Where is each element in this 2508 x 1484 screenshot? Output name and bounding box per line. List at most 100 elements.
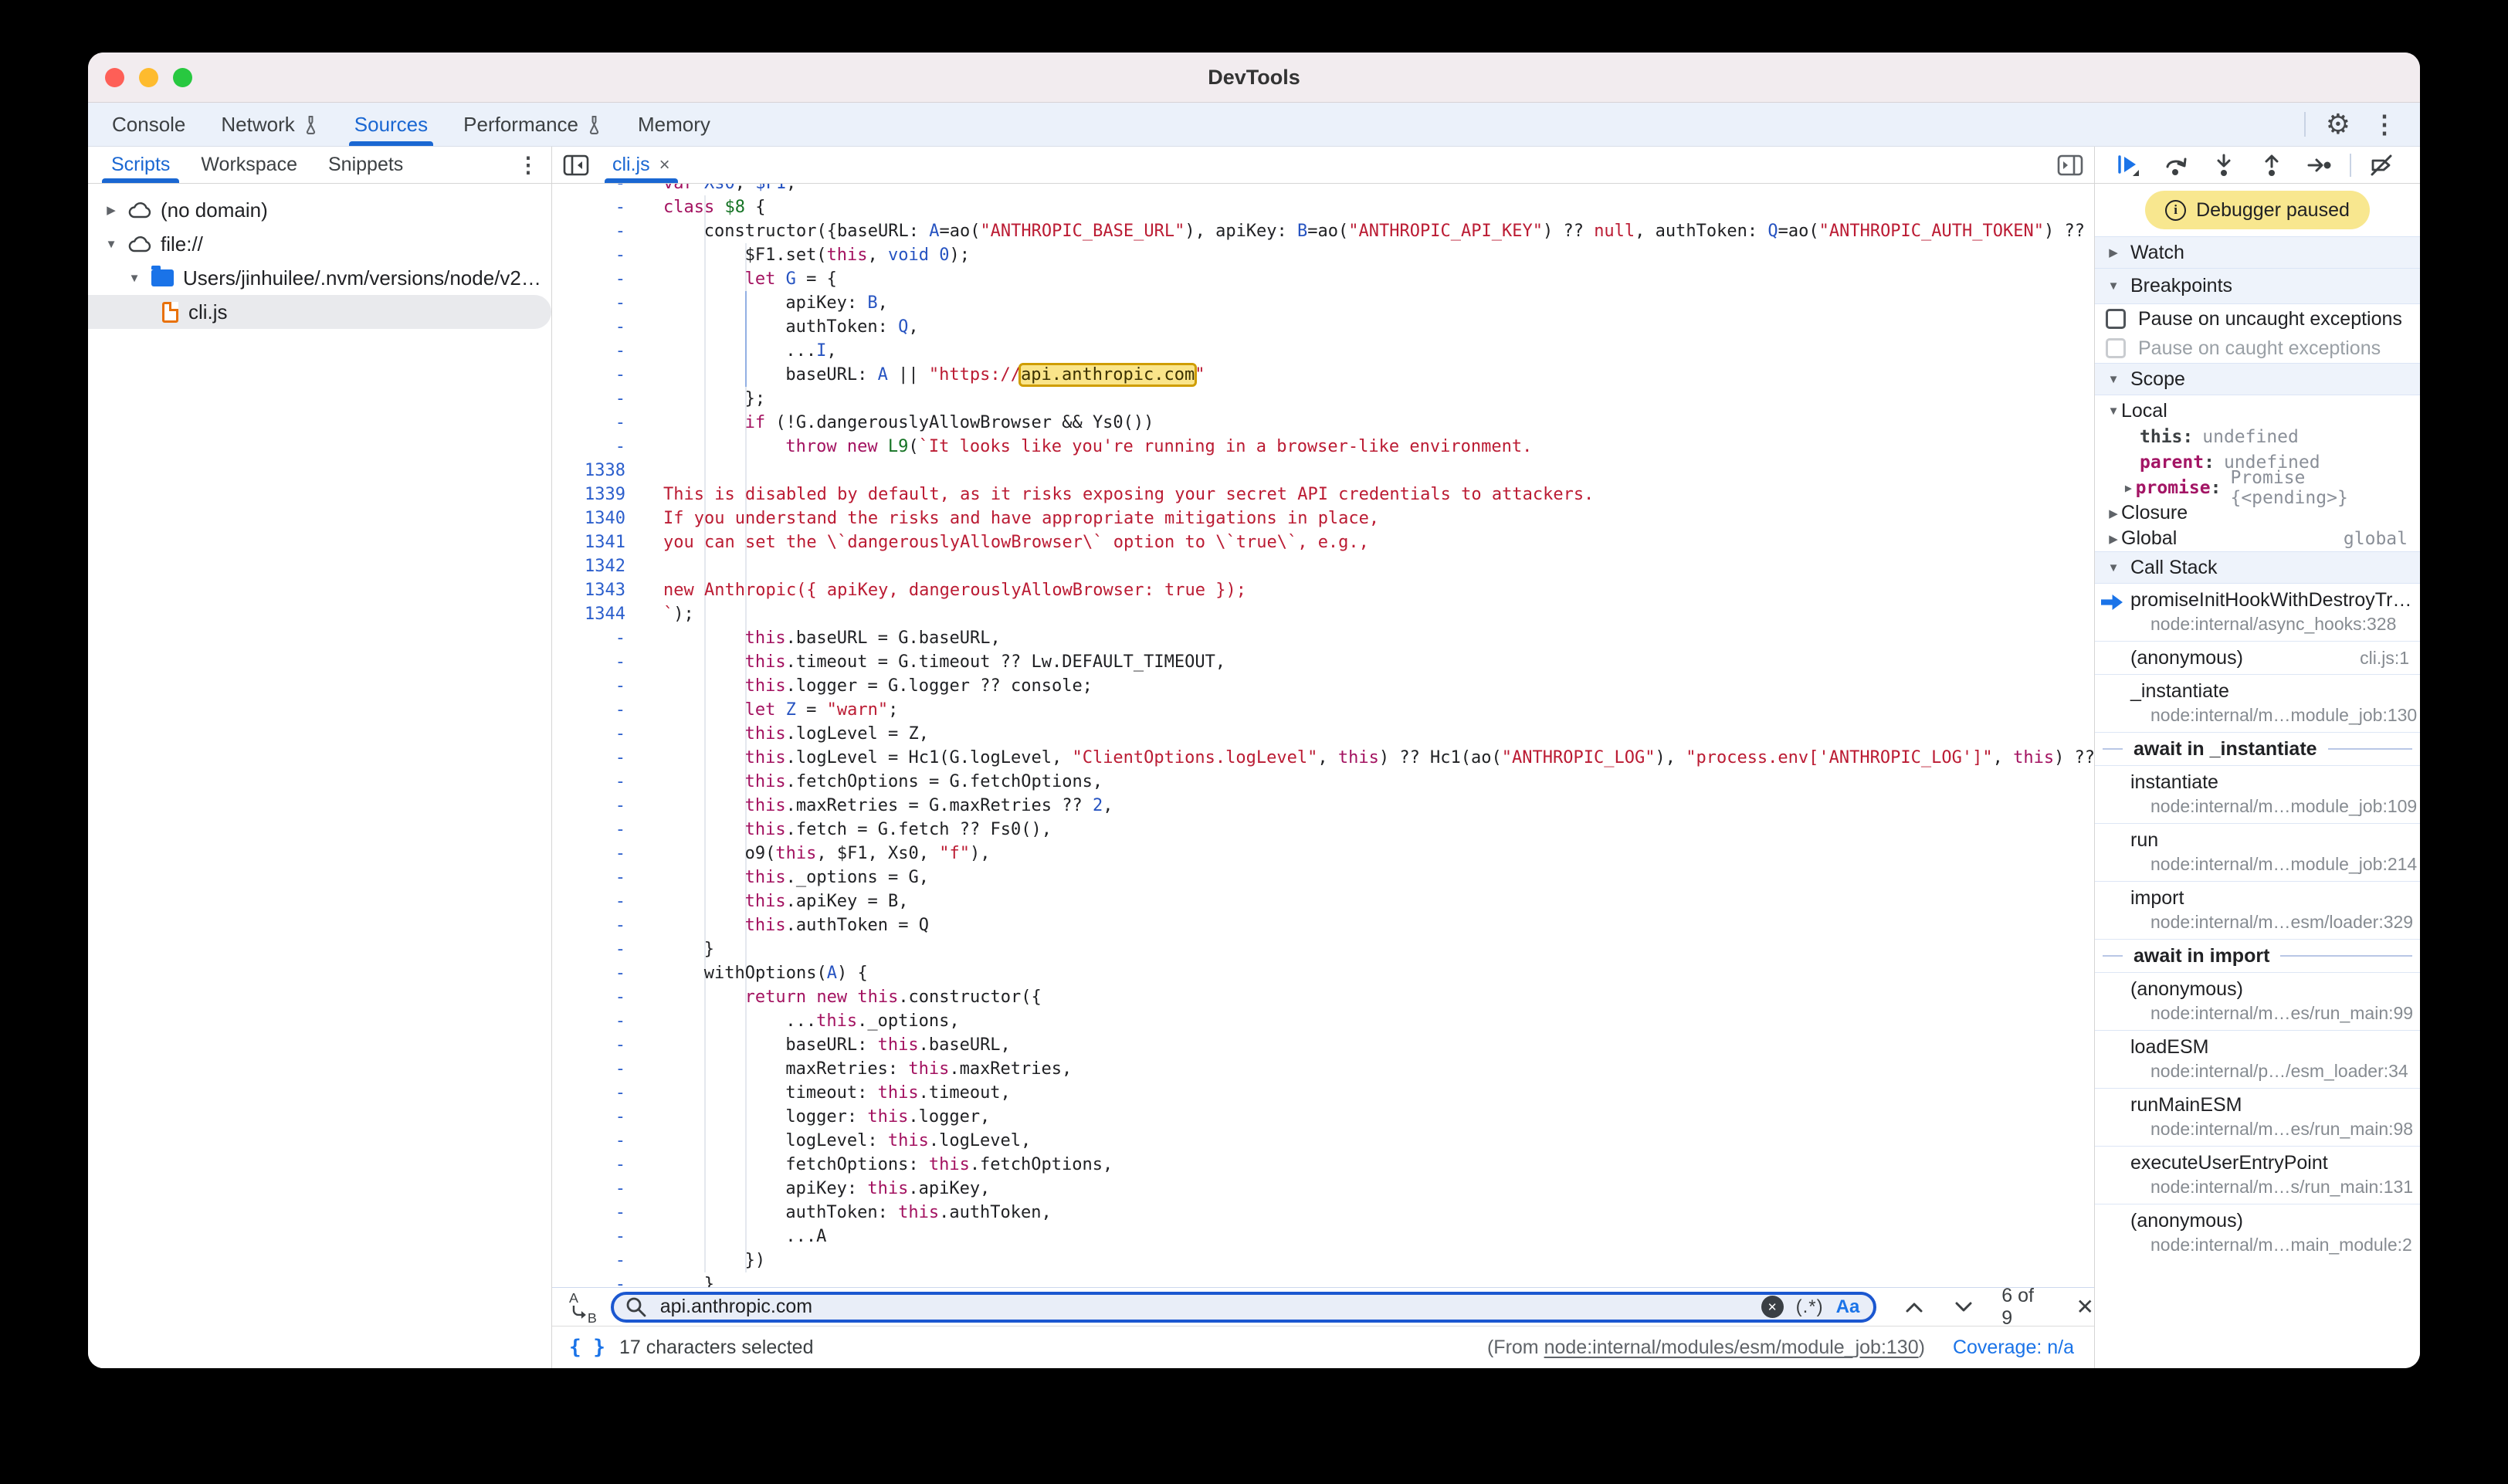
code-line[interactable]: -return new this.constructor({ — [552, 985, 2094, 1009]
line-gutter[interactable]: - — [552, 315, 659, 339]
pretty-print-icon[interactable]: { } — [569, 1336, 605, 1359]
line-gutter[interactable]: - — [552, 937, 659, 961]
source-origin-link[interactable]: node:internal/modules/esm/module_job:130 — [1544, 1337, 1919, 1358]
search-input[interactable] — [659, 1295, 1761, 1319]
code-line[interactable]: -...A — [552, 1225, 2094, 1249]
chevron-right-icon[interactable]: ▶ — [103, 203, 119, 217]
navigator-more-kebab-icon[interactable]: ⋮ — [517, 152, 539, 178]
tab-memory[interactable]: Memory — [620, 103, 728, 146]
line-gutter[interactable]: 1338 — [552, 459, 659, 483]
file-tab-clijs[interactable]: cli.js × — [600, 147, 683, 183]
line-gutter[interactable]: 1340 — [552, 507, 659, 530]
code-line[interactable]: -var Xs0, $F1; — [552, 184, 2094, 195]
line-gutter[interactable]: - — [552, 387, 659, 411]
code-line[interactable]: 1340If you understand the risks and have… — [552, 507, 2094, 530]
code-line[interactable]: -...this._options, — [552, 1009, 2094, 1033]
line-gutter[interactable]: - — [552, 626, 659, 650]
call-stack-frame[interactable]: loadESMnode:internal/p…/esm_loader:34 — [2095, 1030, 2420, 1088]
close-find-bar-icon[interactable]: ✕ — [2076, 1294, 2094, 1320]
line-gutter[interactable]: - — [552, 674, 659, 698]
code-line[interactable]: -baseURL: this.baseURL, — [552, 1033, 2094, 1057]
next-match-button[interactable] — [1952, 1297, 1975, 1317]
line-gutter[interactable]: - — [552, 746, 659, 770]
call-stack-frame[interactable]: runnode:internal/m…module_job:214 — [2095, 823, 2420, 881]
section-breakpoints[interactable]: ▼ Breakpoints — [2095, 269, 2420, 304]
line-gutter[interactable]: - — [552, 1081, 659, 1105]
code-line[interactable]: -if (!G.dangerouslyAllowBrowser && Ys0()… — [552, 411, 2094, 435]
code-line[interactable]: -fetchOptions: this.fetchOptions, — [552, 1153, 2094, 1177]
code-line[interactable]: 1342 — [552, 554, 2094, 578]
line-gutter[interactable]: - — [552, 794, 659, 818]
section-call-stack[interactable]: ▼ Call Stack — [2095, 551, 2420, 584]
replace-toggle-icon[interactable]: AB — [568, 1290, 602, 1324]
code-line[interactable]: -authToken: Q, — [552, 315, 2094, 339]
close-file-tab-icon[interactable]: × — [659, 154, 670, 176]
line-gutter[interactable]: 1339 — [552, 483, 659, 507]
tree-item-node-folder[interactable]: ▼ Users/jinhuilee/.nvm/versions/node/v2… — [88, 261, 551, 295]
chevron-down-icon[interactable]: ▼ — [127, 272, 142, 285]
line-gutter[interactable]: - — [552, 243, 659, 267]
code-line[interactable]: -maxRetries: this.maxRetries, — [552, 1057, 2094, 1081]
code-line[interactable]: -this._options = G, — [552, 866, 2094, 889]
code-line[interactable]: -apiKey: this.apiKey, — [552, 1177, 2094, 1201]
line-gutter[interactable]: - — [552, 1201, 659, 1225]
chevron-down-icon[interactable]: ▼ — [103, 238, 119, 251]
checkbox-caught[interactable] — [2106, 338, 2126, 358]
line-gutter[interactable]: - — [552, 219, 659, 243]
step-into-button[interactable] — [2203, 148, 2245, 182]
line-gutter[interactable]: - — [552, 1105, 659, 1129]
line-gutter[interactable]: - — [552, 267, 659, 291]
scope-group-local[interactable]: ▼ Local — [2095, 398, 2420, 424]
code-line[interactable]: -} — [552, 937, 2094, 961]
line-gutter[interactable]: - — [552, 1177, 659, 1201]
tab-scripts[interactable]: Scripts — [96, 147, 185, 183]
line-gutter[interactable]: - — [552, 866, 659, 889]
scope-var-promise[interactable]: ▶ promise: Promise {<pending>} — [2095, 475, 2420, 500]
line-gutter[interactable]: - — [552, 363, 659, 387]
call-stack-frame[interactable]: (anonymous)cli.js:1 — [2095, 641, 2420, 674]
code-line[interactable]: -this.apiKey = B, — [552, 889, 2094, 913]
tab-workspace[interactable]: Workspace — [185, 147, 313, 183]
line-gutter[interactable]: - — [552, 1249, 659, 1272]
line-gutter[interactable]: - — [552, 184, 659, 195]
code-line[interactable]: -constructor({baseURL: A=ao("ANTHROPIC_B… — [552, 219, 2094, 243]
line-gutter[interactable]: - — [552, 961, 659, 985]
line-gutter[interactable]: - — [552, 1225, 659, 1249]
code-line[interactable]: -let Z = "warn"; — [552, 698, 2094, 722]
code-line[interactable]: 1339This is disabled by default, as it r… — [552, 483, 2094, 507]
checkbox-uncaught[interactable] — [2106, 309, 2126, 329]
code-line[interactable]: -this.fetchOptions = G.fetchOptions, — [552, 770, 2094, 794]
code-line[interactable]: -this.timeout = G.timeout ?? Lw.DEFAULT_… — [552, 650, 2094, 674]
code-line[interactable]: -this.logger = G.logger ?? console; — [552, 674, 2094, 698]
tab-console[interactable]: Console — [94, 103, 203, 146]
code-line[interactable]: -withOptions(A) { — [552, 961, 2094, 985]
code-line[interactable]: -class $8 { — [552, 195, 2094, 219]
line-gutter[interactable]: - — [552, 435, 659, 459]
code-line[interactable]: -this.baseURL = G.baseURL, — [552, 626, 2094, 650]
line-gutter[interactable]: - — [552, 842, 659, 866]
tab-sources[interactable]: Sources — [337, 103, 446, 146]
call-stack-frame[interactable]: executeUserEntryPointnode:internal/m…s/r… — [2095, 1146, 2420, 1204]
call-stack-frame[interactable]: runMainESMnode:internal/m…es/run_main:98 — [2095, 1088, 2420, 1146]
scope-group-global[interactable]: ▶ Global global — [2095, 526, 2420, 551]
line-gutter[interactable]: - — [552, 985, 659, 1009]
code-line[interactable]: -authToken: this.authToken, — [552, 1201, 2094, 1225]
step-button[interactable] — [2299, 148, 2340, 182]
code-line[interactable]: -this.authToken = Q — [552, 913, 2094, 937]
line-gutter[interactable]: - — [552, 1009, 659, 1033]
line-gutter[interactable]: - — [552, 339, 659, 363]
minimize-window-button[interactable] — [139, 68, 158, 87]
coverage-link[interactable]: Coverage: n/a — [1953, 1337, 2074, 1359]
code-line[interactable]: -baseURL: A || "https://api.anthropic.co… — [552, 363, 2094, 387]
code-line[interactable]: -...I, — [552, 339, 2094, 363]
tree-item-clijs[interactable]: cli.js — [88, 295, 551, 329]
code-line[interactable]: -this.logLevel = Hc1(G.logLevel, "Client… — [552, 746, 2094, 770]
regex-toggle[interactable]: (.*) — [1796, 1296, 1824, 1318]
previous-match-button[interactable] — [1903, 1297, 1926, 1317]
call-stack-frame[interactable]: _instantiatenode:internal/m…module_job:1… — [2095, 674, 2420, 732]
match-case-toggle[interactable]: Aa — [1836, 1296, 1860, 1318]
toggle-navigator-icon[interactable] — [552, 147, 600, 183]
line-gutter[interactable]: - — [552, 913, 659, 937]
call-stack-frame[interactable]: (anonymous)node:internal/m…es/run_main:9… — [2095, 972, 2420, 1030]
line-gutter[interactable]: - — [552, 411, 659, 435]
